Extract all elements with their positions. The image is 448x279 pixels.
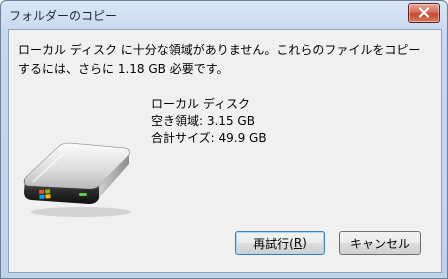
close-icon [418, 7, 430, 18]
close-button[interactable] [408, 3, 440, 23]
cancel-button[interactable]: キャンセル [339, 231, 421, 255]
retry-accesskey: R [293, 236, 303, 250]
drive-info: ローカル ディスク 空き領域: 3.15 GB 合計サイズ: 49.9 GB [151, 96, 267, 147]
retry-button[interactable]: 再試行(R) [235, 231, 325, 255]
cancel-label: キャンセル [349, 236, 410, 251]
drive-free-space: 空き領域: 3.15 GB [151, 114, 255, 128]
retry-label-suffix: ) [302, 236, 307, 250]
hard-drive-icon [23, 142, 131, 217]
message-line-2: するには、さらに 1.18 GB 必要です。 [18, 62, 229, 76]
drive-name: ローカル ディスク [151, 97, 250, 111]
title-bar[interactable]: フォルダーのコピー [1, 1, 447, 29]
dialog-window: フォルダーのコピー ローカル ディスク に十分な領域がありません。これらのファイ… [0, 0, 448, 279]
dialog-body: ローカル ディスク に十分な領域がありません。これらのファイルをコピー するには… [8, 29, 442, 273]
drive-total-size: 合計サイズ: 49.9 GB [151, 131, 267, 145]
error-message: ローカル ディスク に十分な領域がありません。これらのファイルをコピー するには… [18, 41, 436, 79]
window-title: フォルダーのコピー [9, 9, 118, 23]
message-line-1: ローカル ディスク に十分な領域がありません。これらのファイルをコピー [18, 43, 421, 57]
retry-label-prefix: 再試行( [253, 236, 294, 251]
